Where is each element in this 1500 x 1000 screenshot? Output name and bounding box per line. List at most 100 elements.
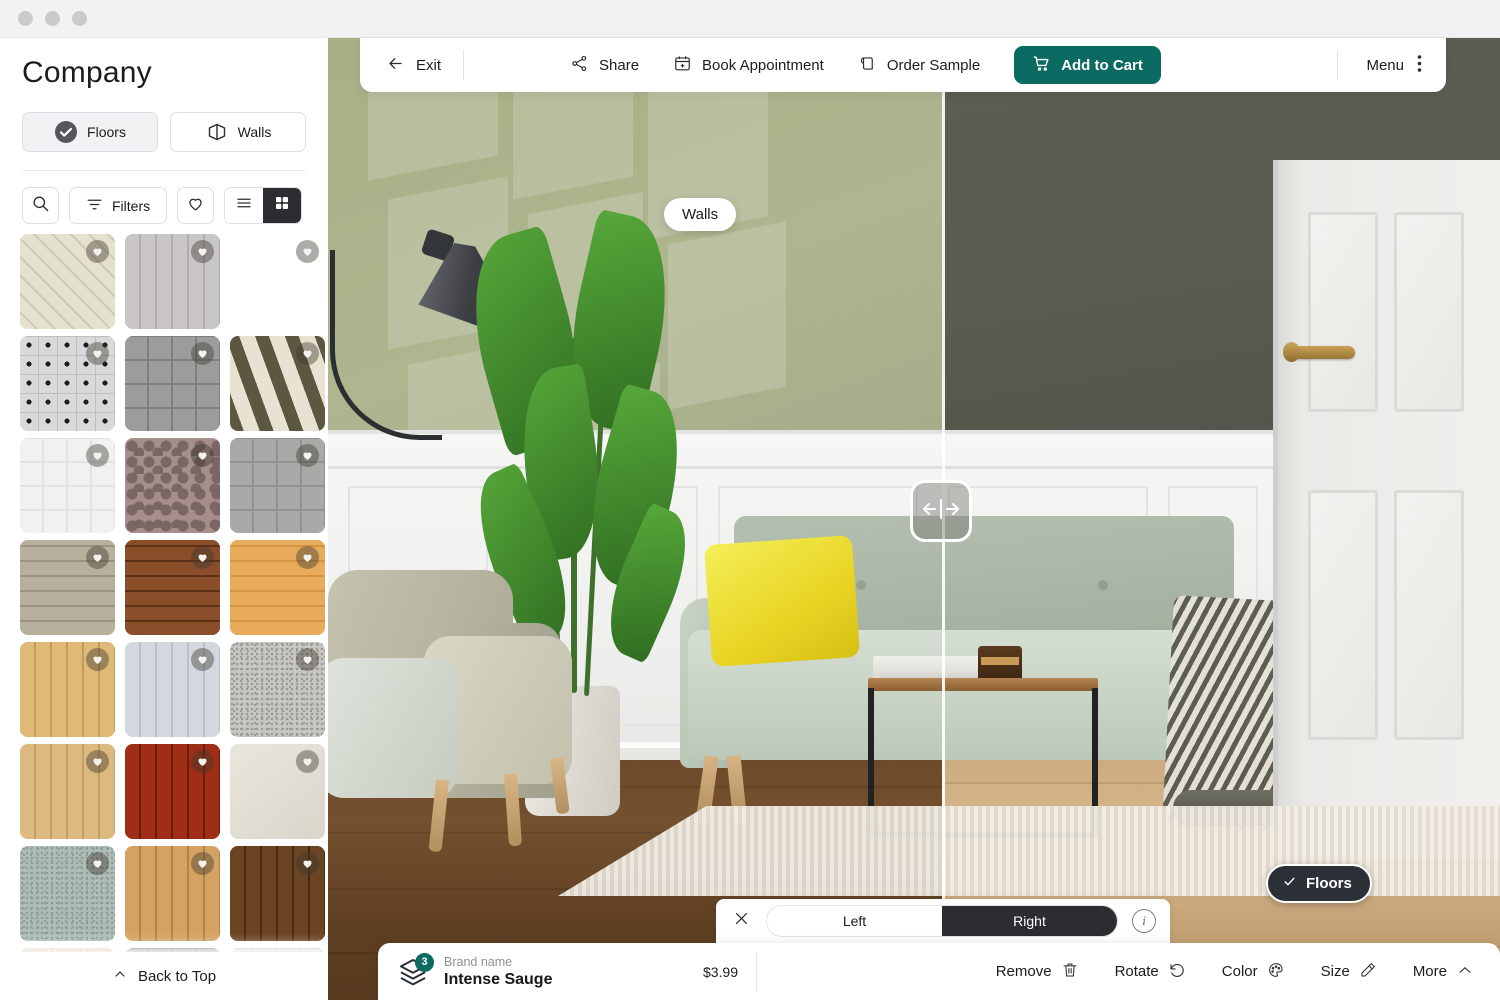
swatch-tile[interactable] xyxy=(20,744,115,839)
grid-view-button[interactable] xyxy=(263,188,302,223)
close-compare-button[interactable] xyxy=(730,910,752,932)
swatch-tile[interactable] xyxy=(20,438,115,533)
product-price: $3.99 xyxy=(702,963,738,980)
filters-button[interactable]: Filters xyxy=(69,187,168,224)
swatch-tile[interactable] xyxy=(125,336,220,431)
minimize-dot[interactable] xyxy=(45,11,60,26)
floors-surface-pill[interactable]: Floors xyxy=(1266,864,1372,903)
favorite-heart-icon[interactable] xyxy=(296,240,319,263)
swatch-tile[interactable] xyxy=(125,744,220,839)
compare-option-right[interactable]: Right xyxy=(942,906,1117,936)
product-text: Brand name Intense Sauge xyxy=(444,955,552,989)
swatch-tile[interactable] xyxy=(230,846,325,941)
exit-label: Exit xyxy=(416,56,442,74)
favorite-heart-icon[interactable] xyxy=(86,648,109,671)
book-appointment-label: Book Appointment xyxy=(702,56,824,74)
swatch-tile[interactable] xyxy=(125,540,220,635)
swatch-tile[interactable] xyxy=(20,846,115,941)
chevron-up-icon xyxy=(1456,961,1474,983)
compare-side-bar: Left Right i xyxy=(716,899,1170,943)
sidebar-toolbar: Filters xyxy=(0,171,328,224)
more-button[interactable]: More xyxy=(1413,961,1474,983)
favorite-heart-icon[interactable] xyxy=(191,546,214,569)
favorite-heart-icon[interactable] xyxy=(191,750,214,773)
trash-icon xyxy=(1061,961,1079,983)
favorite-heart-icon[interactable] xyxy=(86,852,109,875)
share-button[interactable]: Share xyxy=(570,54,639,77)
toolbar-separator xyxy=(463,50,465,80)
check-icon xyxy=(1282,874,1297,893)
armchair-arm xyxy=(328,658,458,798)
add-to-cart-button[interactable]: Add to Cart xyxy=(1014,46,1161,84)
selected-product[interactable]: 3 Brand name Intense Sauge $3.99 xyxy=(378,952,756,989)
color-button[interactable]: Color xyxy=(1222,961,1285,983)
favorite-heart-icon[interactable] xyxy=(86,750,109,773)
close-icon xyxy=(733,910,750,932)
size-label: Size xyxy=(1320,963,1350,980)
remove-button[interactable]: Remove xyxy=(996,961,1079,983)
favorite-heart-icon[interactable] xyxy=(191,342,214,365)
surface-type-segmented-control: Floors Walls xyxy=(0,90,328,152)
info-icon[interactable]: i xyxy=(1132,909,1156,933)
rotate-button[interactable]: Rotate xyxy=(1115,961,1186,983)
swatch-tile[interactable] xyxy=(230,744,325,839)
back-to-top-label: Back to Top xyxy=(137,967,217,985)
favorite-heart-icon[interactable] xyxy=(296,852,319,875)
exit-button[interactable]: Exit xyxy=(360,54,463,77)
swatch-tile[interactable] xyxy=(125,234,220,329)
favorite-heart-icon[interactable] xyxy=(191,852,214,875)
compare-right-label: Right xyxy=(1013,913,1046,929)
order-sample-button[interactable]: Order Sample xyxy=(858,54,980,77)
swatch-tile[interactable] xyxy=(20,336,115,431)
close-dot[interactable] xyxy=(18,11,33,26)
segment-floors[interactable]: Floors xyxy=(22,112,158,152)
scene-left-half xyxy=(328,38,942,1000)
room-left xyxy=(328,38,942,1000)
favorite-heart-icon[interactable] xyxy=(191,240,214,263)
favorites-button[interactable] xyxy=(177,187,215,224)
favorite-heart-icon[interactable] xyxy=(86,240,109,263)
zoom-dot[interactable] xyxy=(72,11,87,26)
brand-label: Brand name xyxy=(444,954,513,969)
swatch-tile[interactable] xyxy=(20,234,115,329)
favorite-heart-icon[interactable] xyxy=(86,546,109,569)
swatch-tile[interactable] xyxy=(230,336,325,431)
favorite-heart-icon[interactable] xyxy=(296,342,319,365)
toolbar-actions: Share Book Appointment Order Sample Add … xyxy=(570,46,1161,84)
ruler-icon xyxy=(1359,961,1377,983)
layers-icon[interactable]: 3 xyxy=(396,952,434,989)
swatch-tile[interactable] xyxy=(230,642,325,737)
swatch-tile[interactable] xyxy=(230,438,325,533)
swatch-tile[interactable] xyxy=(20,540,115,635)
search-button[interactable] xyxy=(22,187,59,224)
favorite-heart-icon[interactable] xyxy=(296,444,319,467)
swatch-tile[interactable] xyxy=(20,642,115,737)
order-sample-label: Order Sample xyxy=(886,56,981,74)
favorite-heart-icon[interactable] xyxy=(296,750,319,773)
menu-button[interactable]: Menu xyxy=(1338,54,1422,77)
swatch-tile[interactable] xyxy=(125,846,220,941)
favorite-heart-icon[interactable] xyxy=(296,546,319,569)
favorite-heart-icon[interactable] xyxy=(296,648,319,671)
favorite-heart-icon[interactable] xyxy=(191,648,214,671)
swatch-grid[interactable]: Back to Top xyxy=(0,234,328,1000)
back-to-top-button[interactable]: Back to Top xyxy=(0,952,328,1000)
list-view-button[interactable] xyxy=(225,188,264,223)
filters-label: Filters xyxy=(112,197,151,214)
share-icon xyxy=(570,54,589,77)
favorite-heart-icon[interactable] xyxy=(191,444,214,467)
swatch-tile[interactable] xyxy=(230,234,325,329)
size-button[interactable]: Size xyxy=(1321,961,1377,983)
segment-walls[interactable]: Walls xyxy=(170,112,306,152)
walls-surface-pill[interactable]: Walls xyxy=(664,198,737,231)
favorite-heart-icon[interactable] xyxy=(86,444,109,467)
book-appointment-button[interactable]: Book Appointment xyxy=(673,54,824,77)
comparison-divider-handle[interactable] xyxy=(910,480,972,542)
swatch-tile[interactable] xyxy=(125,438,220,533)
swatch-tile[interactable] xyxy=(125,642,220,737)
product-actions: Remove Rotate Color Size More xyxy=(996,961,1500,983)
app-window: Company Floors Walls Filters Back to Top… xyxy=(0,0,1500,1000)
compare-option-left[interactable]: Left xyxy=(767,906,942,936)
swatch-tile[interactable] xyxy=(230,540,325,635)
favorite-heart-icon[interactable] xyxy=(86,342,109,365)
